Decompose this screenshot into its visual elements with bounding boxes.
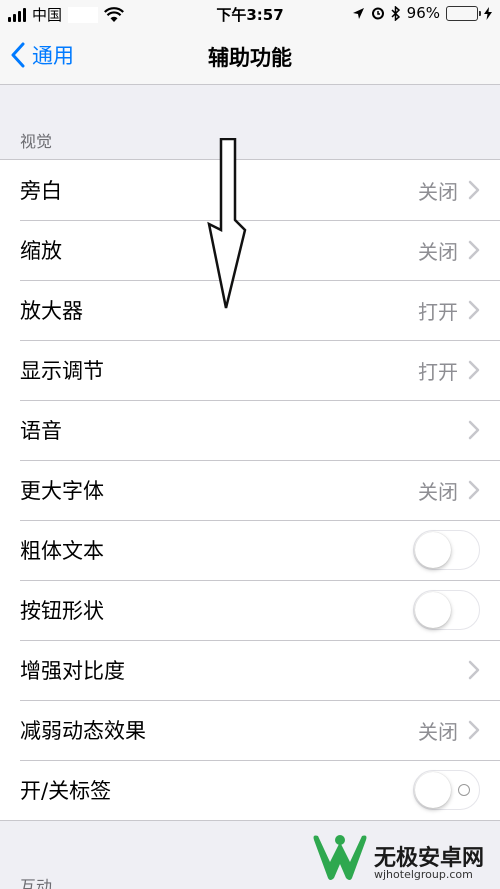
settings-row-label: 语音	[20, 419, 62, 443]
chevron-right-icon	[468, 180, 480, 200]
chevron-right-icon	[468, 240, 480, 260]
section-header-vision: 视觉	[20, 132, 53, 151]
settings-row-label: 增强对比度	[20, 659, 125, 683]
settings-row: 开/关标签	[0, 760, 500, 820]
chevron-right-icon	[468, 300, 480, 320]
toggle-switch[interactable]	[413, 770, 480, 810]
settings-row-label: 减弱动态效果	[20, 719, 146, 743]
settings-row[interactable]: 旁白 关闭	[0, 160, 500, 220]
settings-row[interactable]: 增强对比度	[0, 640, 500, 700]
settings-row-value: 打开	[418, 359, 458, 384]
toggle-knob	[415, 772, 451, 808]
status-right: 96%	[352, 4, 492, 22]
settings-row-label: 按钮形状	[20, 599, 104, 623]
settings-row: 粗体文本	[0, 520, 500, 580]
navigation-bar: 通用 辅助功能	[0, 28, 500, 85]
section-header-interaction: 互动	[20, 877, 53, 889]
page-title: 辅助功能	[208, 46, 292, 70]
settings-row[interactable]: 缩放 关闭	[0, 220, 500, 280]
settings-row: 按钮形状	[0, 580, 500, 640]
toggle-knob	[415, 592, 451, 628]
alarm-icon	[371, 7, 384, 20]
battery-percent: 96%	[406, 4, 440, 22]
watermark-url: wjhotelgroup.com	[374, 868, 473, 881]
charging-icon	[484, 6, 492, 20]
chevron-right-icon	[468, 720, 480, 740]
settings-row[interactable]: 更大字体 关闭	[0, 460, 500, 520]
toggle-switch[interactable]	[413, 590, 480, 630]
settings-row-value: 关闭	[418, 179, 458, 204]
settings-row[interactable]: 显示调节 打开	[0, 340, 500, 400]
settings-list: 旁白 关闭 缩放 关闭 放大器 打开 显示调节 打开 语音 更大字体 关闭 粗体文本 按钮形状 增强对比度…	[0, 159, 500, 821]
watermark-logo-icon	[313, 835, 367, 880]
chevron-right-icon	[468, 420, 480, 440]
settings-row-value: 关闭	[418, 239, 458, 264]
toggle-knob	[415, 532, 451, 568]
location-icon	[352, 7, 364, 19]
settings-row-value: 打开	[418, 299, 458, 324]
watermark: 无极安卓网 wjhotelgroup.com	[310, 830, 500, 889]
bluetooth-icon	[391, 5, 400, 21]
off-label-icon	[458, 784, 470, 796]
chevron-right-icon	[468, 660, 480, 680]
toggle-switch[interactable]	[413, 530, 480, 570]
settings-row[interactable]: 放大器 打开	[0, 280, 500, 340]
settings-row[interactable]: 语音	[0, 400, 500, 460]
settings-row-label: 开/关标签	[20, 779, 112, 803]
settings-row-value: 关闭	[418, 719, 458, 744]
status-bar: 中国 下午3:57 96%	[0, 0, 500, 28]
settings-row-label: 粗体文本	[20, 539, 104, 563]
chevron-right-icon	[468, 480, 480, 500]
chevron-right-icon	[468, 360, 480, 380]
down-arrow-annotation	[207, 138, 247, 309]
settings-row[interactable]: 减弱动态效果 关闭	[0, 700, 500, 760]
settings-row-value: 关闭	[418, 479, 458, 504]
settings-row-label: 显示调节	[20, 359, 104, 383]
settings-row-label: 更大字体	[20, 479, 104, 503]
battery-icon	[446, 5, 481, 21]
